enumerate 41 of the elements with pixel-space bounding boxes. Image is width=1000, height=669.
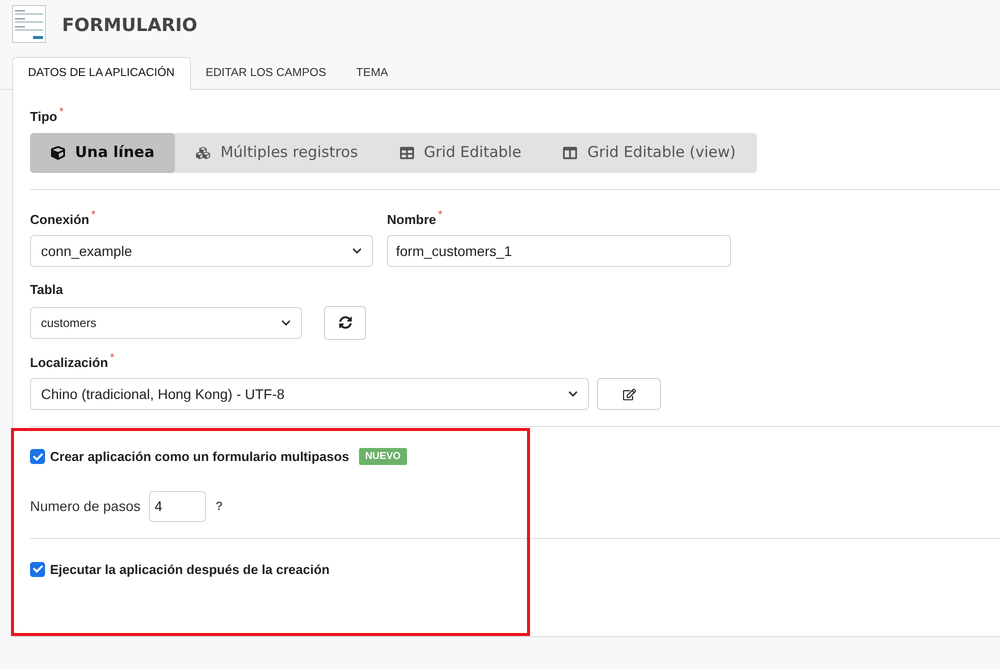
required-mark: * [59,107,64,118]
refresh-button[interactable] [324,306,366,340]
chevron-down-icon [352,246,362,256]
checkbox[interactable] [30,562,45,577]
select-field[interactable]: conn_example [30,235,373,267]
help-mark[interactable]: ? [216,497,223,515]
edit-button[interactable] [597,378,661,410]
columns-icon [563,146,578,160]
field-label: Tipo [30,108,58,126]
page-title: FORMULARIO [62,14,198,38]
type-option[interactable]: Múltiples registros [175,132,379,172]
required-mark: * [438,210,442,220]
type-option[interactable]: Grid Editable (view) [542,132,757,172]
type-option[interactable]: Grid Editable [378,132,542,172]
field-label: Tabla [30,281,63,299]
required-mark: * [91,210,96,220]
tab[interactable]: EDITAR LOS CAMPOS [190,57,342,90]
field-label: Conexión [30,210,90,228]
steps-input[interactable]: 4 [148,490,206,522]
new-badge: NUEVO [359,448,407,466]
field-label: Numero de pasos [30,496,141,516]
select-field[interactable]: customers [30,306,302,338]
tab[interactable]: DATOS DE LA APLICACIÓN [12,57,191,91]
refresh-icon [338,316,352,329]
type-option[interactable]: Una línea [30,132,176,172]
checkbox[interactable] [30,449,45,464]
cubes-icon [196,146,210,160]
name-input[interactable]: form_customers_1 [387,235,731,267]
chevron-down-icon [281,318,291,328]
table-icon [400,146,414,160]
cube-icon [51,146,65,160]
field-label: Localización [30,354,108,372]
tab[interactable]: TEMA [341,57,404,90]
required-mark: * [110,352,114,364]
edit-icon [622,388,636,400]
chevron-down-icon [568,389,578,399]
select-field[interactable]: Chino (tradicional, Hong Kong) - UTF-8 [30,378,589,410]
form-document-icon [12,5,46,43]
checkbox-label: Ejecutar la aplicación después de la creación [50,560,330,579]
field-label: Nombre [387,210,436,228]
checkbox-label: Crear aplicación como un formulario multipasos [50,448,350,466]
